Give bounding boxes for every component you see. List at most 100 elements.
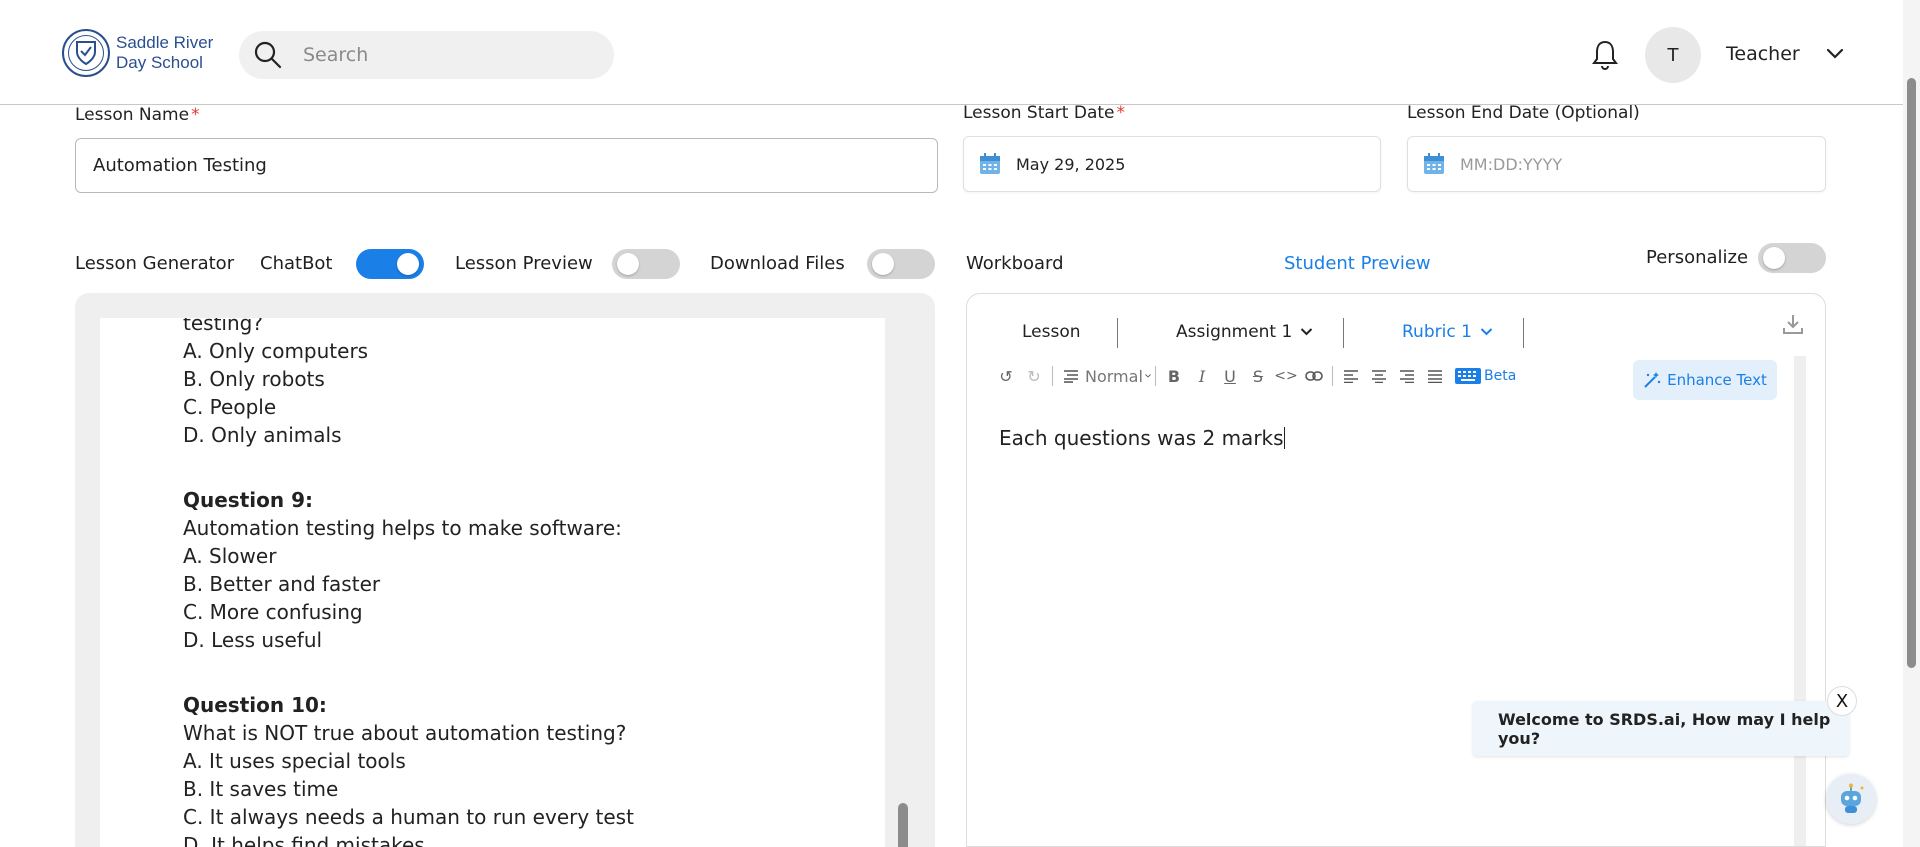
lesson-line: B. It saves time bbox=[183, 777, 339, 801]
end-date-label: Lesson End Date (Optional) bbox=[1407, 103, 1640, 123]
lesson-line: B. Better and faster bbox=[183, 572, 381, 596]
search-input[interactable]: Search bbox=[239, 31, 614, 79]
block-format-select[interactable]: Normal bbox=[1085, 367, 1151, 386]
lesson-preview-toggle[interactable] bbox=[612, 249, 680, 279]
beta-label: Beta bbox=[1484, 368, 1517, 384]
download-files-toggle[interactable] bbox=[867, 249, 935, 279]
lesson-line: C. It always needs a human to run every … bbox=[183, 805, 634, 829]
align-right-icon[interactable] bbox=[1393, 362, 1421, 390]
lesson-preview-label: Lesson Preview bbox=[455, 253, 593, 274]
underline-icon[interactable]: U bbox=[1216, 362, 1244, 390]
link-icon[interactable] bbox=[1300, 362, 1328, 390]
lesson-name-input[interactable]: Automation Testing bbox=[75, 138, 938, 193]
keyboard-beta-button[interactable]: Beta bbox=[1455, 368, 1516, 384]
lesson-scrollbar-thumb[interactable] bbox=[898, 803, 908, 847]
italic-icon[interactable]: I bbox=[1188, 362, 1216, 390]
chevron-down-icon bbox=[1301, 328, 1313, 336]
chatbot-launcher[interactable] bbox=[1826, 774, 1876, 824]
student-preview-link[interactable]: Student Preview bbox=[1284, 253, 1431, 274]
lesson-line: testing? bbox=[183, 318, 263, 335]
toggle-knob bbox=[617, 253, 639, 275]
calendar-icon[interactable] bbox=[1422, 152, 1446, 176]
school-name: Saddle River Day School bbox=[116, 33, 213, 73]
school-name-line2: Day School bbox=[116, 53, 203, 72]
lesson-content: testing? A. Only computers B. Only robot… bbox=[100, 318, 885, 847]
user-avatar[interactable]: T bbox=[1645, 27, 1701, 83]
tab-workboard[interactable]: Workboard bbox=[966, 253, 1064, 274]
lesson-line: D. It helps find mistakes bbox=[183, 833, 425, 847]
personalize-label: Personalize bbox=[1646, 247, 1749, 268]
editor-content: Each questions was 2 marks bbox=[999, 426, 1284, 450]
user-name[interactable]: Teacher bbox=[1726, 43, 1800, 65]
editor-scrollbar[interactable] bbox=[1794, 356, 1806, 846]
paragraph-format-icon[interactable] bbox=[1057, 362, 1085, 390]
chevron-down-icon bbox=[1145, 374, 1151, 378]
start-date-field[interactable]: May 29, 2025 bbox=[963, 136, 1381, 192]
start-date-value: May 29, 2025 bbox=[1016, 154, 1126, 174]
lesson-line: B. Only robots bbox=[183, 367, 325, 391]
required-mark: * bbox=[191, 105, 200, 125]
toggle-knob bbox=[1763, 247, 1785, 269]
tab-assignment[interactable]: Assignment 1 bbox=[1176, 322, 1313, 342]
end-date-placeholder: MM:DD:YYYY bbox=[1460, 154, 1563, 174]
block-format-value: Normal bbox=[1085, 366, 1143, 386]
tab-divider bbox=[1117, 318, 1118, 348]
enhance-text-button[interactable]: Enhance Text bbox=[1633, 360, 1777, 400]
lesson-line: A. It uses special tools bbox=[183, 749, 406, 773]
calendar-icon[interactable] bbox=[978, 152, 1002, 176]
page-scrollbar-thumb[interactable] bbox=[1907, 78, 1916, 668]
chevron-down-icon[interactable] bbox=[1826, 47, 1844, 61]
download-icon[interactable] bbox=[1781, 312, 1805, 336]
undo-icon[interactable]: ↺ bbox=[992, 362, 1020, 390]
school-name-line1: Saddle River bbox=[116, 33, 214, 52]
align-center-icon[interactable] bbox=[1365, 362, 1393, 390]
keyboard-icon bbox=[1455, 368, 1481, 384]
tab-divider bbox=[1343, 318, 1344, 348]
magic-wand-icon bbox=[1644, 372, 1661, 388]
chat-close-button[interactable]: X bbox=[1827, 686, 1857, 716]
toggle-knob bbox=[872, 253, 894, 275]
text-caret bbox=[1283, 427, 1285, 449]
strikethrough-icon[interactable]: S bbox=[1244, 362, 1272, 390]
search-icon bbox=[254, 41, 282, 69]
start-date-label-text: Lesson Start Date bbox=[963, 103, 1115, 123]
lesson-line: A. Only computers bbox=[183, 339, 369, 363]
code-icon[interactable]: <> bbox=[1272, 362, 1300, 390]
chevron-down-icon bbox=[1480, 328, 1493, 336]
workboard-panel: Lesson Assignment 1 Rubric 1 ↺ ↻ Normal … bbox=[966, 293, 1826, 847]
page-scrollbar[interactable] bbox=[1903, 0, 1920, 847]
redo-icon[interactable]: ↻ bbox=[1020, 362, 1048, 390]
question-heading: Question 9: bbox=[183, 488, 313, 512]
tab-lesson[interactable]: Lesson bbox=[1022, 322, 1081, 342]
toolbar-divider bbox=[1052, 366, 1053, 386]
enhance-text-label: Enhance Text bbox=[1667, 371, 1767, 389]
chatbot-label: ChatBot bbox=[260, 253, 333, 274]
align-justify-icon[interactable] bbox=[1421, 362, 1449, 390]
workboard-tabs: Lesson Assignment 1 Rubric 1 bbox=[967, 316, 1825, 350]
personalize-toggle[interactable] bbox=[1758, 243, 1826, 273]
lesson-line: C. More confusing bbox=[183, 600, 363, 624]
lesson-line: C. People bbox=[183, 395, 277, 419]
school-logo[interactable]: Saddle River Day School bbox=[62, 29, 213, 77]
align-left-icon[interactable] bbox=[1337, 362, 1365, 390]
chatbot-welcome-bubble[interactable]: Welcome to SRDS.ai, How may I help you? bbox=[1473, 701, 1849, 756]
tab-lesson-generator[interactable]: Lesson Generator bbox=[75, 253, 234, 274]
toolbar-divider bbox=[1155, 366, 1156, 386]
chatbot-toggle[interactable] bbox=[356, 249, 424, 279]
required-mark: * bbox=[1116, 103, 1126, 123]
notification-bell-icon[interactable] bbox=[1590, 39, 1620, 71]
lesson-name-label: Lesson Name * bbox=[75, 105, 200, 125]
rubric-editor[interactable]: Each questions was 2 marks bbox=[999, 426, 1285, 450]
tab-rubric-label: Rubric 1 bbox=[1402, 322, 1472, 342]
tab-assignment-label: Assignment 1 bbox=[1176, 322, 1293, 342]
toggle-knob bbox=[397, 253, 419, 275]
school-seal-icon bbox=[62, 29, 110, 77]
download-files-label: Download Files bbox=[710, 253, 845, 274]
tab-rubric[interactable]: Rubric 1 bbox=[1402, 322, 1493, 342]
end-date-field[interactable]: MM:DD:YYYY bbox=[1407, 136, 1826, 192]
lesson-line: D. Only animals bbox=[183, 423, 342, 447]
start-date-label: Lesson Start Date * bbox=[963, 103, 1125, 123]
bold-icon[interactable]: B bbox=[1160, 362, 1188, 390]
tab-divider bbox=[1523, 318, 1524, 348]
tab-lesson-label: Lesson bbox=[1022, 322, 1081, 342]
